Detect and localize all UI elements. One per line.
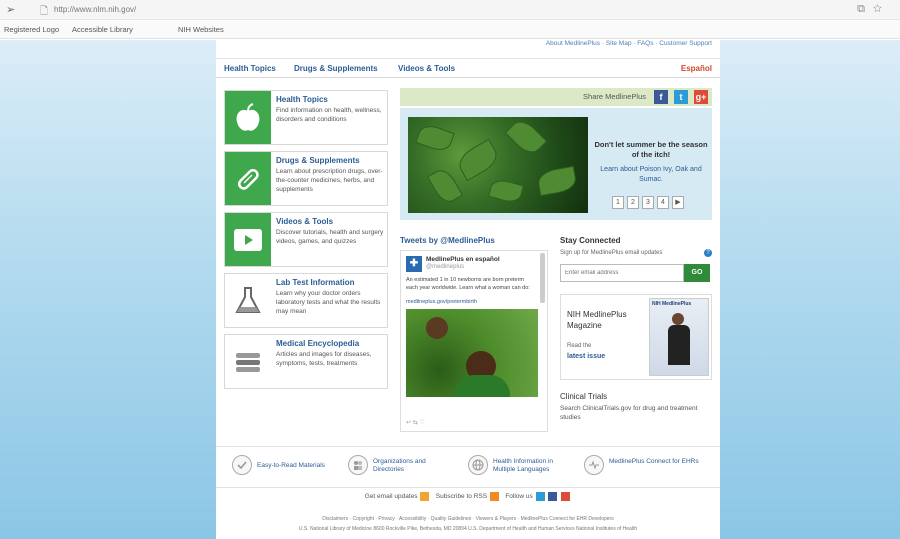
bookmarks-bar: Registered Logo Accessible Library NIH W…	[0, 20, 900, 39]
apple-icon	[225, 91, 271, 144]
get-updates-link[interactable]: Get email updates	[365, 493, 418, 500]
bottom-label: Organizations and Directories	[373, 458, 426, 473]
rss-link[interactable]: Subscribe to RSS	[436, 493, 487, 500]
bookmark-item[interactable]: Registered Logo	[4, 25, 59, 34]
tweet-handle[interactable]: @medlineplus	[426, 264, 464, 270]
tweet-text: An estimated 1 in 10 newborns are born p…	[406, 277, 530, 291]
pager-2[interactable]: 2	[627, 196, 639, 209]
check-icon	[232, 455, 252, 475]
poison-ivy-photo[interactable]	[408, 117, 588, 213]
tweets-title[interactable]: Tweets by @MedlinePlus	[400, 236, 495, 245]
globe-icon	[468, 455, 488, 475]
card-desc: Learn why your doctor orders laboratory …	[276, 290, 381, 315]
book-icon	[225, 335, 271, 388]
stay-connected-title: Stay Connected	[560, 236, 621, 245]
main-content: About MedlinePlus · Site Map · FAQs · Cu…	[216, 40, 720, 539]
pager-4[interactable]: 4	[657, 196, 669, 209]
card-desc: Learn about prescription drugs, over-the…	[276, 168, 383, 193]
card-desc: Discover tutorials, health and surgery v…	[276, 229, 384, 245]
top-links[interactable]: About MedlinePlus · Site Map · FAQs · Cu…	[546, 40, 712, 47]
footer: Disclaimers · Copyright · Privacy · Acce…	[216, 514, 720, 534]
twitter-icon[interactable]: t	[674, 90, 688, 104]
bottom-label: MedlinePlus Connect for EHRs	[609, 458, 699, 465]
magazine-read: Read the	[567, 343, 592, 349]
url-field[interactable]: http://www.nlm.nih.gov/	[54, 5, 136, 14]
bookmark-item[interactable]: Accessible Library	[72, 25, 133, 34]
latest-issue-link[interactable]: latest issue	[567, 353, 605, 360]
espanol-link[interactable]: Español	[681, 64, 712, 73]
follow-label: Follow us	[505, 493, 533, 501]
card-lab-tests[interactable]: Lab Test Information Learn why your doct…	[224, 273, 388, 328]
nav-health-topics[interactable]: Health Topics	[224, 64, 276, 73]
magazine-title[interactable]: NIH MedlinePlus Magazine	[567, 309, 643, 331]
feature-headline: Don't let summer be the season of the it…	[594, 140, 708, 159]
twitter-follow-icon[interactable]	[535, 492, 545, 501]
play-icon	[225, 213, 271, 266]
cover-title: NIH MedlinePlus	[652, 301, 692, 307]
follow-bar: Get email updates Subscribe to RSS Follo…	[216, 492, 720, 501]
feature-carousel: Don't let summer be the season of the it…	[400, 108, 712, 220]
card-encyclopedia[interactable]: Medical Encyclopedia Articles and images…	[224, 334, 388, 389]
facebook-icon[interactable]: f	[654, 90, 668, 104]
share-bar: Share MedlinePlus f t g+	[400, 88, 712, 106]
tweets-scrollbar[interactable]	[540, 253, 545, 303]
card-title: Lab Test Information	[276, 278, 355, 287]
share-label: Share MedlinePlus	[583, 92, 646, 101]
tweet-link[interactable]: medlineplus.gov/pretermbirth	[406, 299, 536, 305]
clinical-trials-title[interactable]: Clinical Trials	[560, 392, 607, 401]
info-icon[interactable]: ?	[704, 249, 712, 257]
feature-link[interactable]: Learn about Poison Ivy, Oak and Sumac.	[594, 165, 708, 185]
magazine-cover[interactable]: NIH MedlinePlus	[649, 298, 709, 376]
google-plus-icon[interactable]: g+	[694, 90, 708, 104]
card-desc: Articles and images for diseases, sympto…	[276, 351, 372, 367]
bottom-links: Easy-to-Read Materials Organizations and…	[216, 446, 720, 488]
google-follow-icon[interactable]	[561, 492, 571, 501]
twitter-widget[interactable]: ✚ MedlinePlus en español @medlineplus An…	[400, 250, 548, 432]
facebook-follow-icon[interactable]	[548, 492, 558, 501]
footer-links[interactable]: Disclaimers · Copyright · Privacy · Acce…	[216, 514, 720, 524]
tweet-photo[interactable]	[406, 309, 538, 397]
card-title: Drugs & Supplements	[276, 156, 360, 165]
tweet-author[interactable]: MedlinePlus en español	[426, 256, 500, 263]
pager-next[interactable]: ▶	[672, 196, 684, 209]
pager-3[interactable]: 3	[642, 196, 654, 209]
clinical-trials-desc: Search ClinicalTrials.gov for drug and t…	[560, 405, 698, 421]
card-videos-tools[interactable]: Videos & Tools Discover tutorials, healt…	[224, 212, 388, 267]
bottom-label: Health Information in Multiple Languages	[493, 458, 553, 473]
footer-address: U.S. National Library of Medicine 8600 R…	[298, 526, 638, 532]
card-title: Videos & Tools	[276, 217, 334, 226]
medlineplus-avatar[interactable]: ✚	[406, 256, 422, 272]
address-bar: ➢ 🗋 http://www.nlm.nih.gov/ ⧉☆	[0, 0, 900, 20]
flask-icon	[225, 274, 271, 327]
card-title: Medical Encyclopedia	[276, 339, 360, 348]
connect-icon	[584, 455, 604, 475]
rss-icon[interactable]	[489, 492, 499, 501]
bottom-label: Easy-to-Read Materials	[257, 462, 325, 469]
email-input[interactable]	[560, 264, 684, 282]
browser-actions[interactable]: ⧉☆	[857, 3, 890, 16]
tweet-actions[interactable]: ↩ ⇆ ♡	[406, 419, 425, 426]
carousel-pager: 1 2 3 4 ▶	[612, 196, 687, 209]
card-desc: Find information on health, wellness, di…	[276, 107, 382, 123]
stay-connected-desc: Sign up for MedlinePlus email updates	[560, 250, 663, 256]
card-drugs-supplements[interactable]: Drugs & Supplements Learn about prescrip…	[224, 151, 388, 206]
bookmark-item[interactable]: NIH Websites	[178, 25, 224, 34]
magazine-box: NIH MedlinePlus Magazine Read the latest…	[560, 294, 712, 380]
pill-icon	[225, 152, 271, 205]
people-icon	[348, 455, 368, 475]
nav-drugs-supplements[interactable]: Drugs & Supplements	[294, 64, 378, 73]
go-button[interactable]: GO	[684, 264, 710, 282]
email-icon[interactable]	[420, 492, 430, 501]
page-icon: 🗋	[40, 6, 49, 17]
forward-icon[interactable]: ➢	[6, 3, 15, 16]
nav-videos-tools[interactable]: Videos & Tools	[398, 64, 455, 73]
main-navbar: Health Topics Drugs & Supplements Videos…	[216, 58, 720, 78]
card-health-topics[interactable]: Health Topics Find information on health…	[224, 90, 388, 145]
pager-1[interactable]: 1	[612, 196, 624, 209]
card-title: Health Topics	[276, 95, 328, 104]
